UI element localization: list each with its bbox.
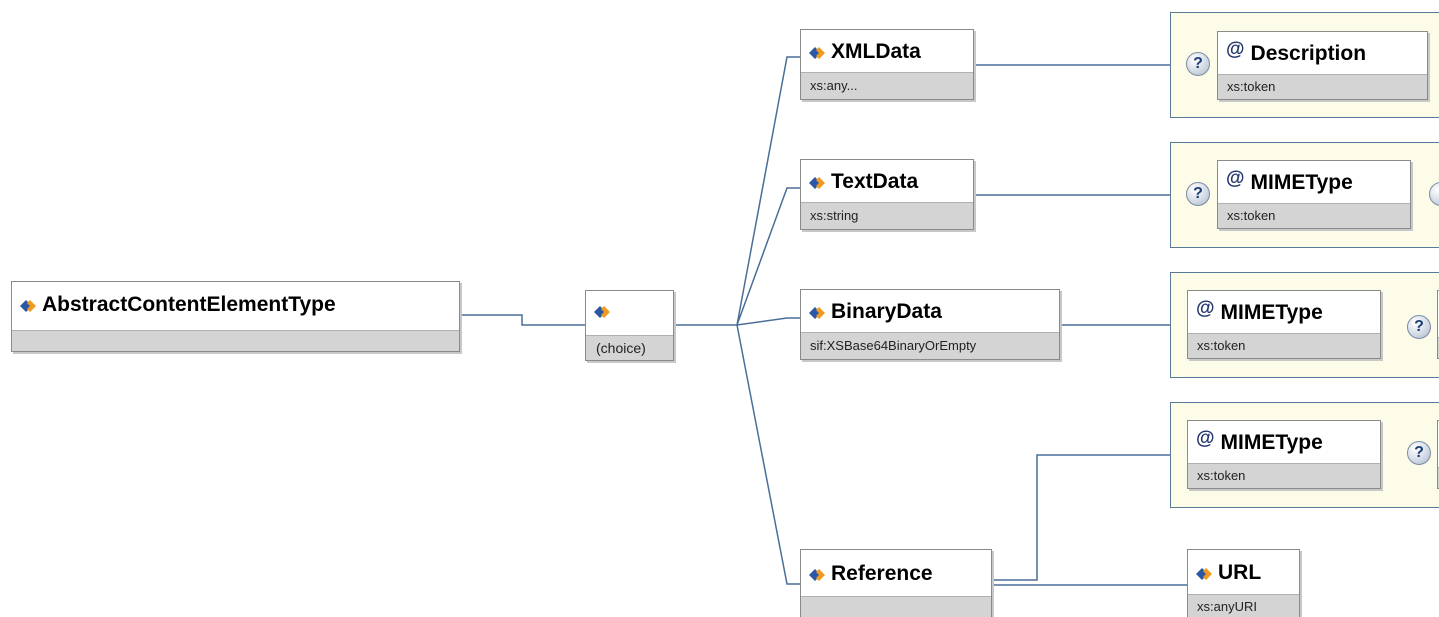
reference-attributes-group: @ MIMEType xs:token ? [1170, 402, 1439, 508]
element-icon [1196, 567, 1212, 580]
root-element-type [12, 330, 459, 351]
xmldata-name: XMLData [831, 40, 921, 63]
connector-fan-xmldata [736, 56, 800, 326]
optional-question-icon: ? [1186, 52, 1210, 76]
element-icon [809, 568, 825, 581]
element-icon [809, 306, 825, 319]
element-icon [809, 176, 825, 189]
mimetype-attribute[interactable]: @ MIMEType xs:token [1187, 420, 1381, 489]
mimetype-name: MIMEType [1220, 431, 1323, 454]
binarydata-element[interactable]: BinaryData sif:XSBase64BinaryOrEmpty [800, 289, 1060, 360]
root-element[interactable]: AbstractContentElementType [11, 281, 460, 352]
mimetype-type: xs:token [1188, 463, 1380, 488]
element-icon [809, 46, 825, 59]
description-attribute[interactable]: @ Description xs:token [1217, 31, 1428, 100]
connector-reference-attrs [992, 454, 1170, 581]
connector-fan-reference [736, 324, 800, 585]
connector-fan-binarydata [736, 317, 800, 326]
description-type: xs:token [1218, 74, 1427, 99]
binarydata-attributes-group: @ MIMEType xs:token ? [1170, 272, 1439, 378]
mimetype-attribute[interactable]: @ MIMEType xs:token [1217, 160, 1411, 229]
attribute-at-icon: @ [1226, 167, 1245, 189]
mimetype-attribute[interactable]: @ MIMEType xs:token [1187, 290, 1381, 359]
reference-element[interactable]: Reference [800, 549, 992, 617]
mimetype-name: MIMEType [1250, 171, 1353, 194]
mimetype-type: xs:token [1218, 203, 1410, 228]
root-element-name: AbstractContentElementType [42, 293, 336, 316]
reference-name: Reference [831, 562, 933, 585]
attribute-at-icon: @ [1196, 297, 1215, 319]
optional-question-icon: ? [1407, 441, 1431, 465]
description-name: Description [1250, 42, 1367, 65]
optional-question-icon-partial [1429, 182, 1439, 206]
optional-question-icon: ? [1407, 315, 1431, 339]
xmldata-type: xs:any... [801, 72, 973, 99]
optional-question-icon: ? [1186, 182, 1210, 206]
url-name: URL [1218, 561, 1262, 584]
url-element[interactable]: URL xs:anyURI [1187, 549, 1300, 617]
xmldata-element[interactable]: XMLData xs:any... [800, 29, 974, 100]
textdata-name: TextData [831, 170, 919, 193]
textdata-element[interactable]: TextData xs:string [800, 159, 974, 230]
attribute-at-icon: @ [1196, 427, 1215, 449]
xmldata-attributes-group: ? @ Description xs:token [1170, 12, 1439, 118]
textdata-attributes-group: ? @ MIMEType xs:token [1170, 142, 1439, 248]
attribute-at-icon: @ [1226, 38, 1245, 60]
url-type: xs:anyURI [1188, 594, 1299, 617]
schema-diagram-canvas: AbstractContentElementType (choice) XMLD… [0, 0, 1439, 617]
choice-icon [594, 305, 610, 318]
element-icon [20, 299, 36, 312]
connector-root-choice [460, 314, 585, 326]
mimetype-name: MIMEType [1220, 301, 1323, 324]
connector-fan-textdata [736, 187, 800, 326]
mimetype-type: xs:token [1188, 333, 1380, 358]
choice-compositor[interactable]: (choice) [585, 290, 674, 361]
reference-type [801, 596, 991, 617]
choice-type: (choice) [586, 335, 673, 360]
textdata-type: xs:string [801, 202, 973, 229]
binarydata-type: sif:XSBase64BinaryOrEmpty [801, 332, 1059, 359]
binarydata-name: BinaryData [831, 300, 942, 323]
